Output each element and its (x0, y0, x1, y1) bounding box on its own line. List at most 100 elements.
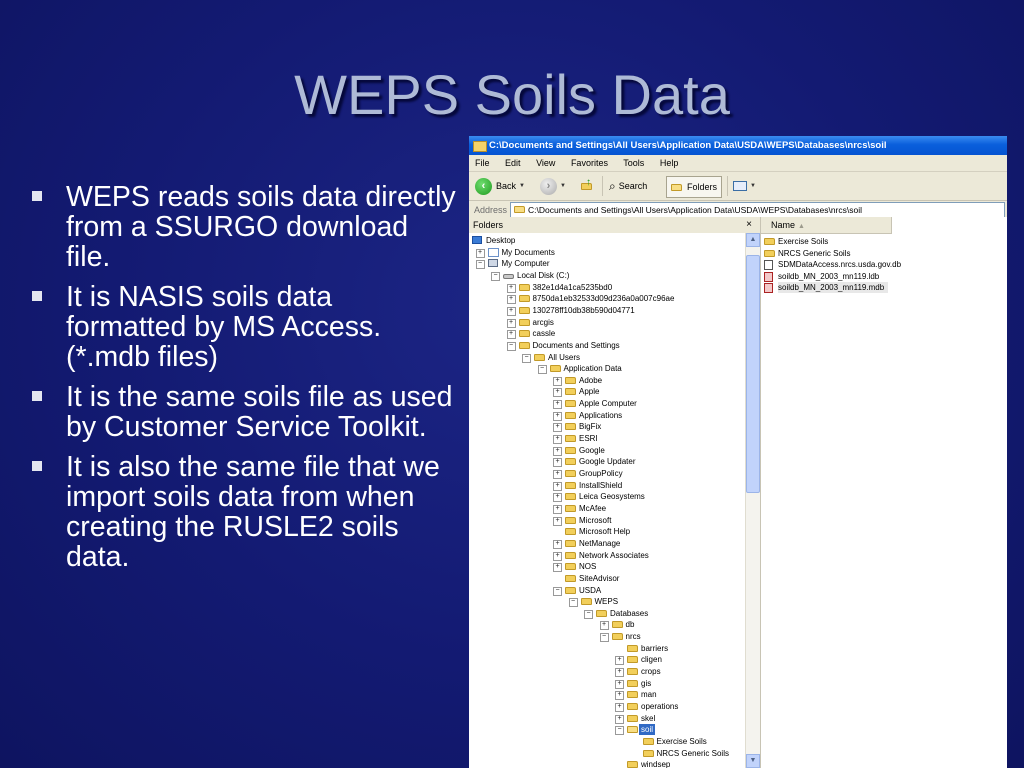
expand-icon[interactable]: + (553, 551, 562, 561)
folder-icon (596, 609, 607, 620)
up-folder-button[interactable]: ↑ (581, 176, 592, 196)
collapse-icon[interactable]: − (584, 609, 593, 619)
tree-item-label: 130278ff10db38b590d04771 (532, 305, 635, 315)
tree-item-label: Databases (610, 608, 649, 618)
folder-icon (565, 387, 576, 398)
expand-icon[interactable]: + (506, 283, 516, 293)
expand-icon[interactable]: + (615, 691, 624, 701)
explorer-panes: Folders × Desktop + My Documents − My Comput… (469, 217, 1007, 768)
collapse-icon[interactable]: − (522, 353, 531, 363)
tree-item-label: Apple Computer (579, 399, 637, 409)
expand-icon[interactable]: + (615, 703, 624, 712)
expand-icon[interactable]: + (553, 411, 562, 421)
folders-button[interactable]: Folders (666, 176, 723, 198)
expand-icon[interactable]: + (553, 493, 562, 503)
tree-item-label: Application Data (563, 364, 622, 374)
expand-icon[interactable]: + (553, 504, 562, 514)
expand-icon[interactable]: + (615, 656, 624, 666)
tree-item-label: NetManage (579, 538, 621, 548)
local-disk-icon (503, 271, 514, 282)
folder-icon (518, 306, 530, 317)
collapse-icon[interactable]: − (599, 633, 609, 643)
menu-tools[interactable]: Tools (623, 158, 644, 168)
expand-icon[interactable]: + (506, 318, 516, 328)
tree-item-label: NRCS Generic Soils (656, 748, 729, 758)
expand-icon[interactable]: + (553, 435, 562, 445)
folder-icon (565, 562, 576, 573)
name-column-header[interactable]: Name ▲ (761, 217, 892, 234)
expand-icon[interactable]: + (553, 458, 562, 468)
bullet-square-icon (32, 391, 42, 401)
menu-help[interactable]: Help (660, 158, 679, 168)
folder-icon (565, 504, 576, 515)
scroll-up-icon[interactable]: ▲ (746, 233, 760, 247)
collapse-icon[interactable]: − (491, 271, 500, 281)
folders-label: Folders (687, 182, 718, 192)
folder-icon (518, 294, 530, 305)
back-button[interactable]: ‹ Back ▼ (475, 176, 525, 196)
close-icon[interactable]: × (746, 217, 752, 233)
expand-icon[interactable]: + (553, 539, 562, 549)
menu-bar: File Edit View Favorites Tools Help (469, 155, 1007, 172)
expand-icon[interactable]: + (475, 248, 485, 258)
folder-icon (565, 469, 576, 480)
expand-icon[interactable]: + (553, 423, 562, 433)
menu-file[interactable]: File (475, 158, 490, 168)
back-dropdown-icon[interactable]: ▼ (519, 176, 525, 196)
tree-item-label: arcgis (532, 317, 554, 327)
file-name: SDMDataAccess.nrcs.usda.gov.db (778, 260, 902, 270)
expand-icon[interactable]: + (553, 516, 562, 526)
expand-icon[interactable]: + (599, 621, 609, 631)
files-pane: Name ▲ Exercise Soils NRCS Generic Soils SD… (761, 217, 1007, 768)
tree-scrollbar[interactable]: ▲ ▼ (745, 233, 760, 768)
tree-item-label: Desktop (486, 236, 516, 245)
tree-item-label: man (641, 690, 657, 700)
tree-item-label: barriers (641, 643, 669, 653)
folder-icon (534, 353, 545, 364)
expand-icon[interactable]: + (506, 330, 516, 340)
expand-icon[interactable]: + (615, 714, 624, 724)
address-input[interactable]: C:\Documents and Settings\All Users\Appl… (510, 202, 1005, 218)
tree-item-label: BigFix (579, 422, 602, 432)
bullet-text: WEPS reads soils data directly from a SS… (66, 181, 456, 273)
search-button[interactable]: ⌕ Search (609, 176, 647, 196)
expand-icon[interactable]: + (506, 306, 516, 316)
scroll-thumb[interactable] (746, 255, 760, 493)
views-button[interactable]: ▼ (733, 176, 756, 196)
tree-item-label: Google Updater (579, 457, 636, 467)
folder-icon (764, 237, 775, 248)
tree-item-label: operations (641, 702, 679, 711)
expand-icon[interactable]: + (553, 376, 562, 386)
menu-favorites[interactable]: Favorites (571, 158, 608, 168)
views-dropdown-icon[interactable]: ▼ (750, 176, 756, 196)
tree-item-label: GroupPolicy (579, 469, 623, 478)
menu-view[interactable]: View (536, 158, 555, 168)
collapse-icon[interactable]: − (506, 341, 516, 351)
expand-icon[interactable]: + (553, 388, 562, 398)
window-titlebar[interactable]: C:\Documents and Settings\All Users\Appl… (469, 136, 1007, 155)
window-title: C:\Documents and Settings\All Users\Appl… (489, 140, 887, 151)
expand-icon[interactable]: + (615, 679, 624, 689)
expand-icon[interactable]: + (553, 470, 562, 479)
back-label: Back (496, 181, 517, 191)
expand-icon[interactable]: + (553, 400, 562, 410)
collapse-icon[interactable]: − (615, 726, 624, 736)
expand-icon[interactable]: + (553, 446, 562, 456)
collapse-icon[interactable]: − (475, 260, 485, 270)
collapse-icon[interactable]: − (568, 598, 578, 608)
tree-item-label: Adobe (579, 375, 603, 385)
folder-icon (565, 376, 576, 387)
scroll-down-icon[interactable]: ▼ (746, 754, 760, 768)
expand-icon[interactable]: + (615, 668, 624, 678)
expand-icon[interactable]: + (553, 563, 562, 573)
folder-icon (627, 644, 638, 655)
forward-button[interactable]: › ▼ (540, 176, 566, 196)
tree-item-label: WEPS (594, 597, 619, 607)
collapse-icon[interactable]: − (553, 586, 562, 596)
menu-edit[interactable]: Edit (505, 158, 521, 168)
bullet-square-icon (32, 191, 42, 201)
collapse-icon[interactable]: − (537, 365, 547, 375)
expand-icon[interactable]: + (506, 295, 516, 305)
expand-icon[interactable]: + (553, 481, 562, 491)
forward-dropdown-icon[interactable]: ▼ (560, 176, 566, 196)
